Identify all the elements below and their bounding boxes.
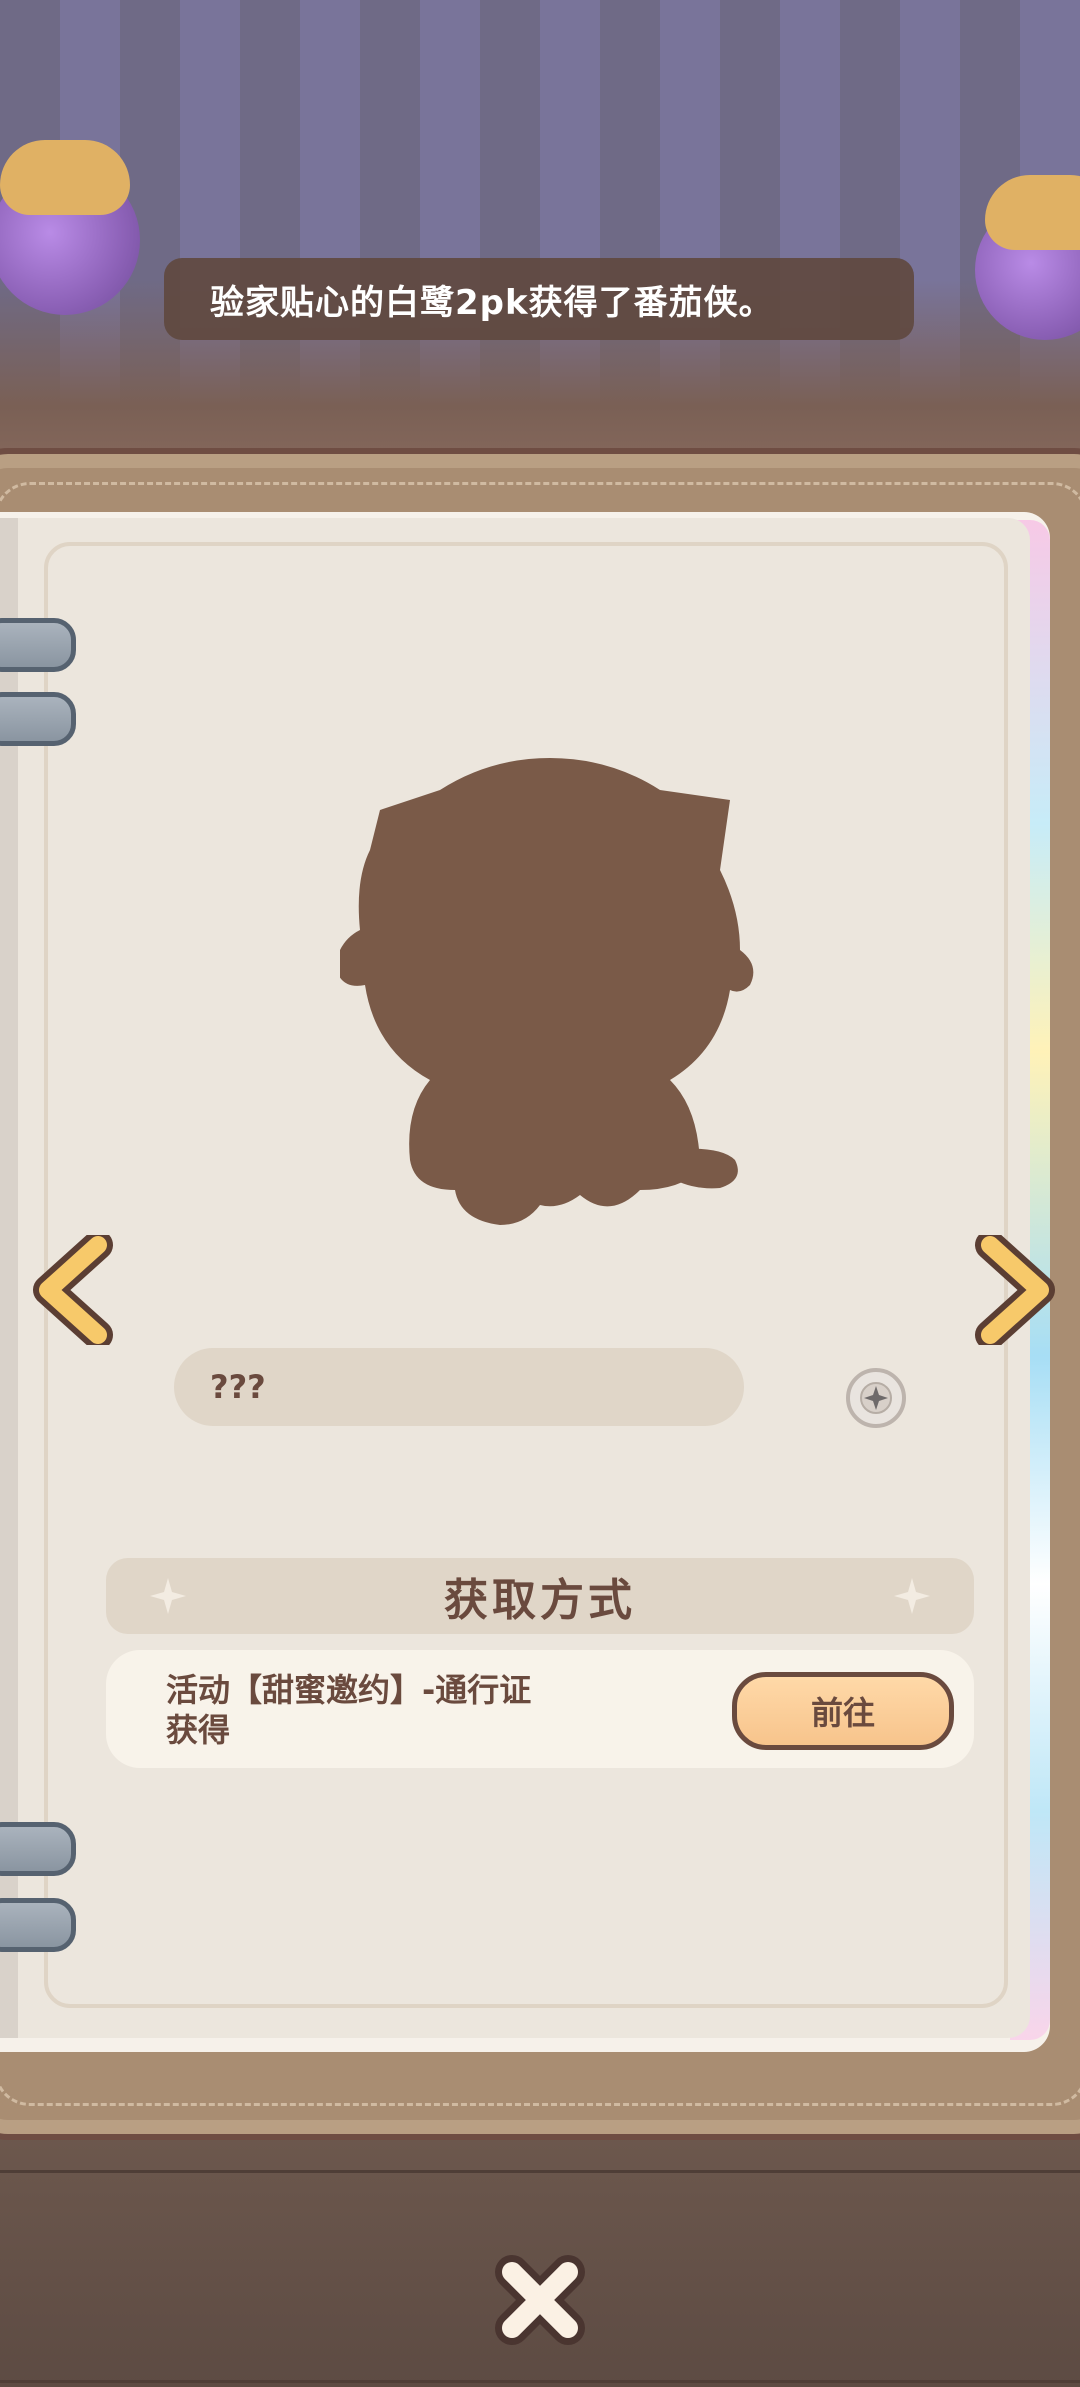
character-name-field: ???: [174, 1348, 744, 1426]
collection-page: [0, 518, 1030, 2038]
goto-button[interactable]: 前往: [732, 1672, 954, 1750]
compass-icon: [860, 1382, 892, 1414]
sparkle-icon: [894, 1578, 930, 1614]
source-line: 获得: [166, 1711, 231, 1749]
prev-arrow-button[interactable]: [28, 1235, 118, 1345]
compass-button[interactable]: [846, 1368, 906, 1428]
next-arrow-button[interactable]: [970, 1235, 1060, 1345]
binder-ring: [0, 618, 76, 672]
binder-ring: [0, 692, 76, 746]
close-icon[interactable]: [490, 2250, 590, 2350]
background-curtain: [0, 0, 1080, 460]
page-spine: [0, 518, 18, 2038]
broadcast-toast: 验家贴心的白鹭2pk获得了番茄侠。: [164, 258, 914, 340]
acquisition-title: 获取方式: [444, 1575, 636, 1626]
binder-ring: [0, 1822, 76, 1876]
acquisition-source-card: 活动【甜蜜邀约】-通行证 获得 前往: [106, 1650, 974, 1768]
source-line: 活动【甜蜜邀约】-通行证: [166, 1671, 532, 1709]
character-silhouette: [340, 758, 754, 1225]
acquisition-header: 获取方式: [106, 1558, 974, 1634]
binder-ring: [0, 1898, 76, 1952]
character-name: ???: [210, 1368, 266, 1406]
sparkle-icon: [150, 1578, 186, 1614]
acquisition-source-text: 活动【甜蜜邀约】-通行证 获得: [166, 1670, 596, 1750]
broadcast-message: 验家贴心的白鹭2pk获得了番茄侠。: [210, 282, 774, 323]
